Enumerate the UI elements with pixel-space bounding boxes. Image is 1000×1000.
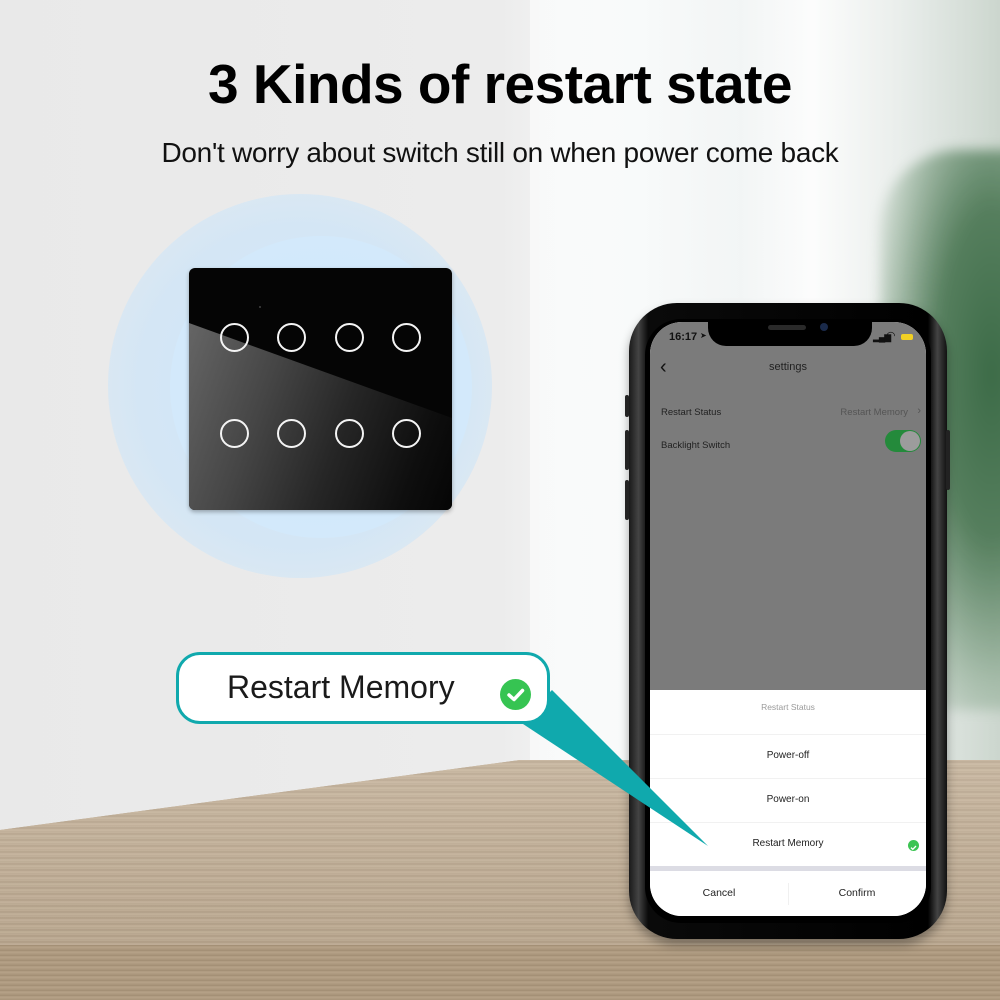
touch-button-4[interactable] xyxy=(392,323,421,352)
status-bar: 16:17 ➤ ▂▄▆ ◠ xyxy=(650,322,926,352)
sheet-title: Restart Status xyxy=(761,702,815,712)
touch-button-8[interactable] xyxy=(392,419,421,448)
panel-glass-reflection xyxy=(189,323,452,510)
setting-label: Restart Status xyxy=(661,407,722,418)
chevron-right-icon: › xyxy=(917,405,921,417)
touch-button-5[interactable] xyxy=(220,419,249,448)
option-label: Power-off xyxy=(766,750,810,761)
setting-row-backlight-switch: Backlight Switch xyxy=(650,431,926,461)
touch-button-6[interactable] xyxy=(277,419,306,448)
volume-down-button xyxy=(625,480,629,520)
backlight-toggle[interactable] xyxy=(885,430,921,452)
table-edge xyxy=(0,945,1000,1000)
wifi-icon: ◠ xyxy=(886,330,896,342)
touch-button-1[interactable] xyxy=(220,323,249,352)
touch-button-3[interactable] xyxy=(335,323,364,352)
setting-value: Restart Memory xyxy=(840,407,908,418)
phone-screen: 16:17 ➤ ▂▄▆ ◠ ‹ settings Restart Status … xyxy=(650,322,926,916)
subheadline: Don't worry about switch still on when p… xyxy=(161,137,839,168)
option-restart-memory[interactable]: Restart Memory xyxy=(650,822,926,867)
touch-button-2[interactable] xyxy=(277,323,306,352)
mute-switch xyxy=(625,395,629,417)
confirm-button[interactable]: Confirm xyxy=(788,871,926,916)
option-label: Power-on xyxy=(766,794,810,805)
toggle-knob xyxy=(900,431,920,451)
battery-icon xyxy=(901,334,913,340)
touch-button-7[interactable] xyxy=(335,419,364,448)
volume-up-button xyxy=(625,430,629,470)
location-icon: ➤ xyxy=(700,331,707,340)
status-time: 16:17 xyxy=(669,331,698,343)
restart-memory-callout: Restart Memory xyxy=(176,652,550,724)
indicator-dot xyxy=(259,306,261,308)
option-power-off[interactable]: Power-off xyxy=(650,734,926,779)
nav-title: settings xyxy=(769,361,807,373)
nav-bar: ‹ settings xyxy=(650,352,926,390)
headline: 3 Kinds of restart state xyxy=(207,53,793,115)
option-label: Restart Memory xyxy=(752,838,824,849)
restart-status-action-sheet: Restart Status Power-off Power-on Restar… xyxy=(650,690,926,916)
settings-screen-dimmed: 16:17 ➤ ▂▄▆ ◠ ‹ settings Restart Status … xyxy=(650,322,926,690)
notch xyxy=(708,322,872,346)
selected-check-icon xyxy=(908,840,919,851)
front-camera xyxy=(820,323,828,331)
touch-switch-panel xyxy=(189,268,452,510)
setting-label: Backlight Switch xyxy=(661,440,731,451)
option-power-on[interactable]: Power-on xyxy=(650,778,926,823)
power-button xyxy=(946,430,950,490)
cancel-button[interactable]: Cancel xyxy=(650,871,788,916)
check-circle-icon xyxy=(500,679,531,710)
callout-label: Restart Memory xyxy=(227,669,455,705)
speaker-grille xyxy=(768,325,806,330)
setting-row-restart-status[interactable]: Restart Status Restart Memory › xyxy=(650,398,926,428)
